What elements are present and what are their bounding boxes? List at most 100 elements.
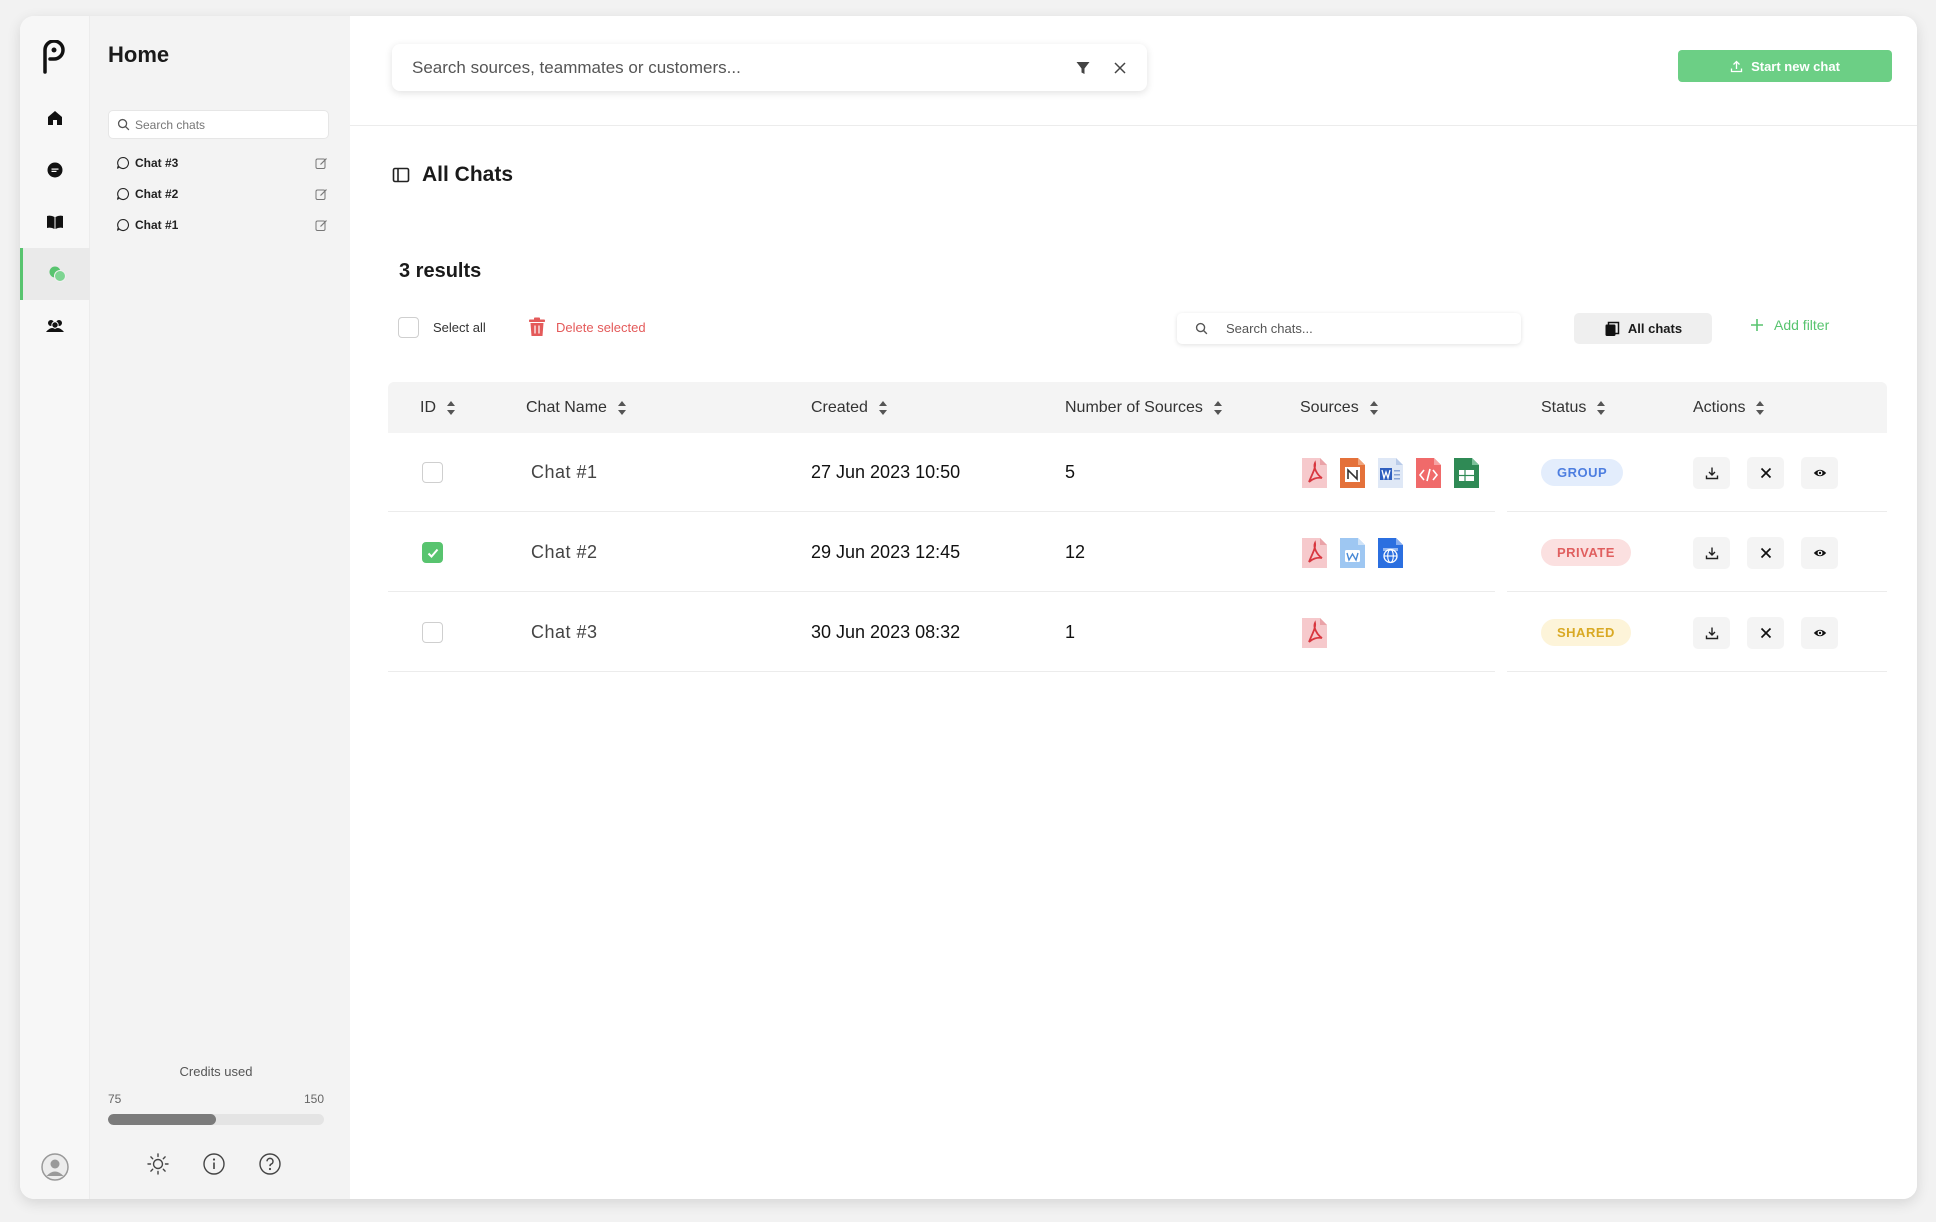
app-logo-icon[interactable] (38, 40, 66, 74)
delete-button[interactable] (1747, 536, 1784, 569)
actions-cell (1693, 513, 1855, 592)
sidebar-search-placeholder: Search chats (135, 117, 206, 132)
row-select-cell (422, 433, 443, 512)
column-label: Actions (1693, 398, 1746, 416)
chat-bubble-icon (116, 187, 130, 200)
column-header-sources[interactable]: Sources (1300, 382, 1379, 433)
pdf-file-icon (1302, 537, 1327, 568)
sort-icon[interactable] (1596, 399, 1606, 417)
all-chats-dropdown[interactable]: All chats (1574, 313, 1712, 344)
checkbox[interactable] (398, 317, 419, 338)
chat-name-cell[interactable]: Chat #2 (531, 513, 598, 592)
chat-bubble-icon (116, 156, 130, 169)
start-new-chat-button[interactable]: Start new chat (1678, 50, 1892, 82)
rail-library[interactable] (20, 196, 90, 248)
delete-button[interactable] (1747, 616, 1784, 649)
info-icon[interactable] (202, 1152, 226, 1176)
rail-team[interactable] (20, 300, 90, 352)
trash-icon (529, 317, 545, 336)
upload-icon (1730, 60, 1743, 72)
credits-label: Credits used (179, 1064, 253, 1079)
column-label: ID (420, 398, 436, 416)
status-cell: GROUP (1541, 433, 1624, 512)
download-icon (1705, 467, 1718, 479)
sort-icon[interactable] (446, 399, 456, 417)
sidebar-title: Home (108, 42, 170, 67)
column-header-status[interactable]: Status (1541, 382, 1606, 433)
add-filter-label: Add filter (1774, 317, 1830, 333)
eye-icon (1813, 549, 1826, 556)
credits-total: 150 (303, 1092, 324, 1106)
edit-icon[interactable] (315, 157, 328, 170)
column-header-id[interactable]: ID (420, 382, 456, 433)
close-icon[interactable] (1113, 61, 1127, 75)
word-file-icon (1378, 457, 1403, 488)
chat-search-input[interactable]: Search chats... (1177, 313, 1521, 344)
view-button[interactable] (1801, 616, 1838, 649)
sidebar-chat-item[interactable]: Chat #2 (116, 182, 332, 206)
select-all-checkbox[interactable]: Select all (398, 317, 486, 338)
user-avatar-icon[interactable] (41, 1153, 69, 1181)
download-icon (1705, 547, 1718, 559)
global-search-input[interactable]: Search sources, teammates or customers..… (392, 44, 1147, 91)
sort-icon[interactable] (1755, 399, 1765, 417)
row-checkbox[interactable] (422, 542, 443, 563)
view-button[interactable] (1801, 536, 1838, 569)
column-header-chat-name[interactable]: Chat Name (526, 382, 627, 433)
download-button[interactable] (1693, 616, 1730, 649)
add-filter-button[interactable]: Add filter (1750, 317, 1829, 333)
edit-icon[interactable] (315, 219, 328, 232)
notion-file-icon (1340, 457, 1365, 488)
row-checkbox[interactable] (422, 622, 443, 643)
sidebar-toggle-icon[interactable] (392, 166, 410, 184)
web-page-icon (1378, 537, 1403, 568)
row-checkbox[interactable] (422, 462, 443, 483)
search-icon (117, 118, 130, 131)
global-search-placeholder: Search sources, teammates or customers..… (412, 57, 741, 77)
download-button[interactable] (1693, 536, 1730, 569)
theme-toggle-icon[interactable] (146, 1152, 170, 1176)
edit-icon[interactable] (315, 188, 328, 201)
download-button[interactable] (1693, 456, 1730, 489)
main-content: Search sources, teammates or customers..… (350, 16, 1917, 1199)
actions-cell (1693, 593, 1855, 672)
chat-icon (47, 162, 63, 178)
column-label: Number of Sources (1065, 398, 1203, 416)
filter-icon[interactable] (1075, 60, 1091, 76)
column-header-number-of-sources[interactable]: Number of Sources (1065, 382, 1223, 433)
sort-icon[interactable] (617, 399, 627, 417)
sidebar-chat-item[interactable]: Chat #1 (116, 213, 332, 237)
help-icon[interactable] (258, 1152, 282, 1176)
table-row[interactable]: Chat #1 27 Jun 2023 10:50 5 GROUP (388, 433, 1887, 513)
delete-selected-button[interactable]: Delete selected (528, 317, 646, 337)
chat-search-placeholder: Search chats... (1226, 321, 1313, 336)
status-cell: SHARED (1541, 593, 1631, 672)
sources-cell (1300, 513, 1405, 592)
sort-icon[interactable] (878, 399, 888, 417)
rail-chats[interactable] (20, 248, 90, 300)
page-title-text: All Chats (422, 163, 514, 186)
sort-icon[interactable] (1369, 399, 1379, 417)
sort-icon[interactable] (1213, 399, 1223, 417)
eye-icon (1813, 469, 1826, 476)
delete-button[interactable] (1747, 456, 1784, 489)
close-icon (1760, 547, 1771, 558)
sidebar-search-input[interactable]: Search chats (108, 110, 329, 139)
page-title: All Chats (392, 163, 513, 187)
sidebar-chat-label: Chat #2 (135, 187, 179, 201)
view-button[interactable] (1801, 456, 1838, 489)
sidebar-chat-item[interactable]: Chat #3 (116, 151, 332, 175)
column-label: Chat Name (526, 398, 607, 416)
chat-sidebar: Home Search chats Chat #3 Chat #2 Chat #… (90, 16, 350, 1199)
rail-chat[interactable] (20, 144, 90, 196)
column-header-created[interactable]: Created (811, 382, 888, 433)
chat-name-cell[interactable]: Chat #1 (531, 433, 598, 512)
column-header-actions[interactable]: Actions (1693, 382, 1765, 433)
table-row[interactable]: Chat #2 29 Jun 2023 12:45 12 PRIVATE (388, 513, 1887, 593)
status-badge: PRIVATE (1541, 539, 1631, 566)
chat-name-cell[interactable]: Chat #3 (531, 593, 598, 672)
table-row[interactable]: Chat #3 30 Jun 2023 08:32 1 SHARED (388, 593, 1887, 673)
rail-home[interactable] (20, 92, 90, 144)
chat-bubble-icon (116, 218, 130, 231)
pdf-file-icon (1302, 457, 1327, 488)
